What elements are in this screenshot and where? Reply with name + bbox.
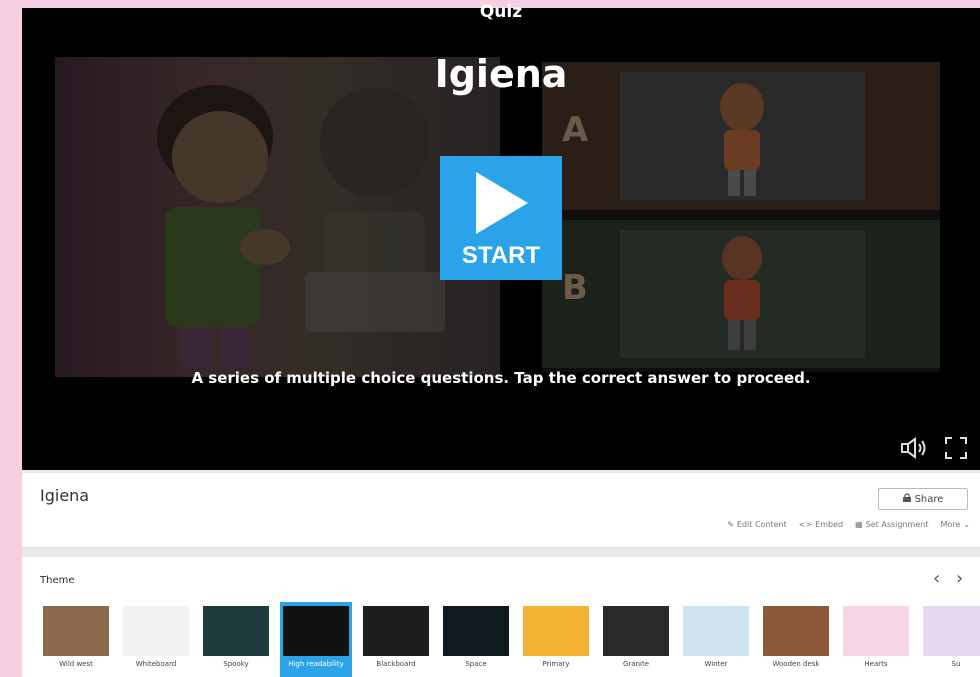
code-icon: <> (798, 520, 813, 529)
theme-option[interactable]: Primary (520, 602, 592, 677)
theme-thumbnail (603, 606, 669, 656)
theme-option[interactable]: Whiteboard (120, 602, 192, 677)
theme-thumbnail (683, 606, 749, 656)
theme-thumbnail (363, 606, 429, 656)
theme-name: Spooky (223, 660, 249, 668)
answer-preview: A B (542, 62, 940, 372)
activity-type-label: Quiz (479, 2, 523, 22)
edit-content-link[interactable]: ✎ Edit Content (727, 520, 787, 529)
theme-name: Wild west (59, 660, 93, 668)
theme-name: Winter (704, 660, 728, 668)
activity-player: A B Quiz Igiena START A series of multip… (22, 0, 980, 470)
answer-option-b: B (542, 220, 940, 368)
boy-washing-hands-illustration (157, 85, 290, 367)
theme-heading: Theme (40, 575, 75, 586)
theme-option[interactable]: Spooky (200, 602, 272, 677)
embed-label: Embed (815, 520, 844, 529)
sound-icon[interactable] (900, 437, 928, 459)
theme-name: Hearts (864, 660, 888, 668)
theme-list: Wild west Whiteboard Spooky High readabilit… (40, 602, 980, 677)
theme-option[interactable]: Wild west (40, 602, 112, 677)
set-assignment-link[interactable]: ▦ Set Assignment (855, 520, 928, 529)
theme-thumbnail (123, 606, 189, 656)
theme-thumbnail (203, 606, 269, 656)
theme-option[interactable]: Wooden desk (760, 602, 832, 677)
theme-option[interactable]: Hearts (840, 602, 912, 677)
answer-image-b (620, 230, 865, 358)
pencil-icon: ✎ (727, 520, 734, 529)
edit-content-label: Edit Content (736, 520, 787, 529)
theme-thumbnail (523, 606, 589, 656)
more-dropdown[interactable]: More ⌄ (940, 520, 970, 529)
activity-title: Igiena (434, 52, 568, 96)
activity-name: Igiena (40, 486, 90, 505)
theme-option[interactable]: High readability (280, 602, 352, 677)
action-links: ✎ Edit Content <> Embed ▦ Set Assignment… (727, 520, 970, 529)
theme-panel: Theme ‹ › Wild west Whiteboard Spooky High … (22, 557, 980, 677)
theme-name: Su (951, 660, 961, 668)
calendar-icon: ▦ (855, 520, 863, 529)
background-scene-image (55, 57, 500, 377)
theme-name: High readability (288, 660, 344, 668)
theme-option[interactable]: Granite (600, 602, 672, 677)
theme-name: Blackboard (376, 660, 416, 668)
more-label: More (940, 520, 961, 529)
activity-description: A series of multiple choice questions. T… (191, 369, 811, 387)
chevron-down-icon: ⌄ (963, 520, 970, 529)
share-button[interactable]: Share (878, 488, 968, 510)
start-button-label: START (461, 242, 541, 269)
answer-letter-b: B (562, 268, 588, 308)
theme-option[interactable]: Su (920, 602, 980, 677)
theme-next-button[interactable]: › (950, 567, 969, 590)
theme-option[interactable]: Space (440, 602, 512, 677)
mirror-reflection-illustration (305, 87, 445, 332)
theme-thumbnail (443, 606, 509, 656)
theme-name: Wooden desk (772, 660, 820, 668)
theme-thumbnail (923, 606, 980, 656)
play-icon (476, 172, 528, 234)
lock-icon (902, 493, 911, 505)
theme-name: Primary (542, 660, 570, 668)
theme-name: Granite (622, 660, 650, 668)
theme-option[interactable]: Blackboard (360, 602, 432, 677)
theme-thumbnail (843, 606, 909, 656)
fullscreen-icon[interactable] (944, 436, 968, 460)
theme-prev-button[interactable]: ‹ (927, 567, 946, 590)
theme-name: Space (465, 660, 487, 668)
share-label: Share (914, 493, 944, 505)
theme-thumbnail (43, 606, 109, 656)
activity-info-card: Igiena Share ✎ Edit Content <> Embed ▦ S… (22, 473, 980, 548)
start-button[interactable]: START (440, 156, 562, 280)
page: A B Quiz Igiena START A series of multip… (22, 0, 980, 677)
theme-option[interactable]: Winter (680, 602, 752, 677)
set-assignment-label: Set Assignment (865, 520, 929, 529)
theme-thumbnail (283, 606, 349, 656)
theme-thumbnail (763, 606, 829, 656)
theme-name: Whiteboard (135, 660, 177, 668)
embed-link[interactable]: <> Embed (799, 520, 843, 529)
answer-letter-a: A (562, 110, 589, 150)
